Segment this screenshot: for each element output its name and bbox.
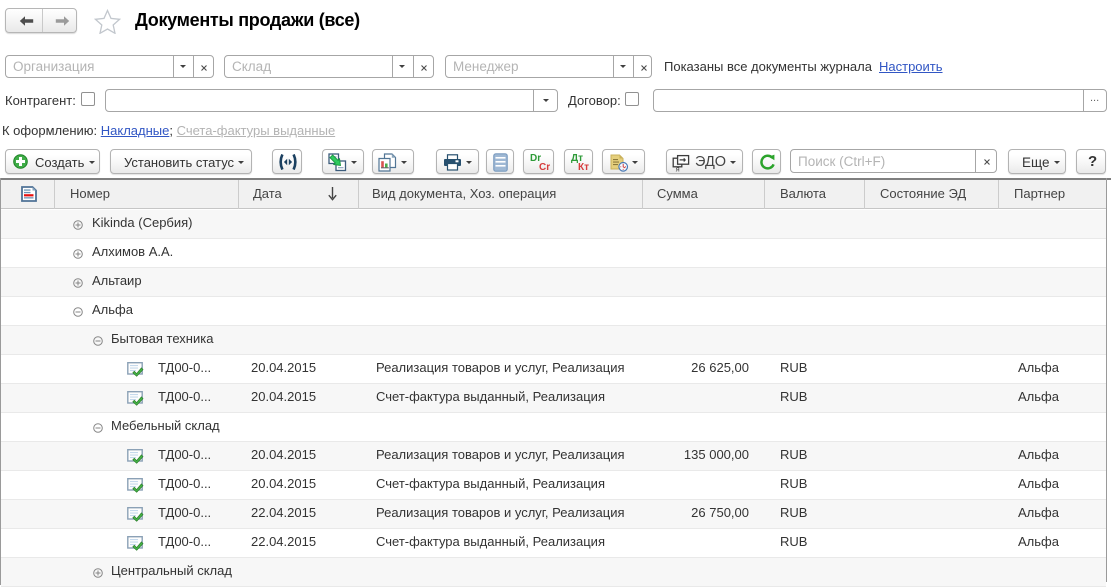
svg-text:я: я [676, 164, 680, 172]
